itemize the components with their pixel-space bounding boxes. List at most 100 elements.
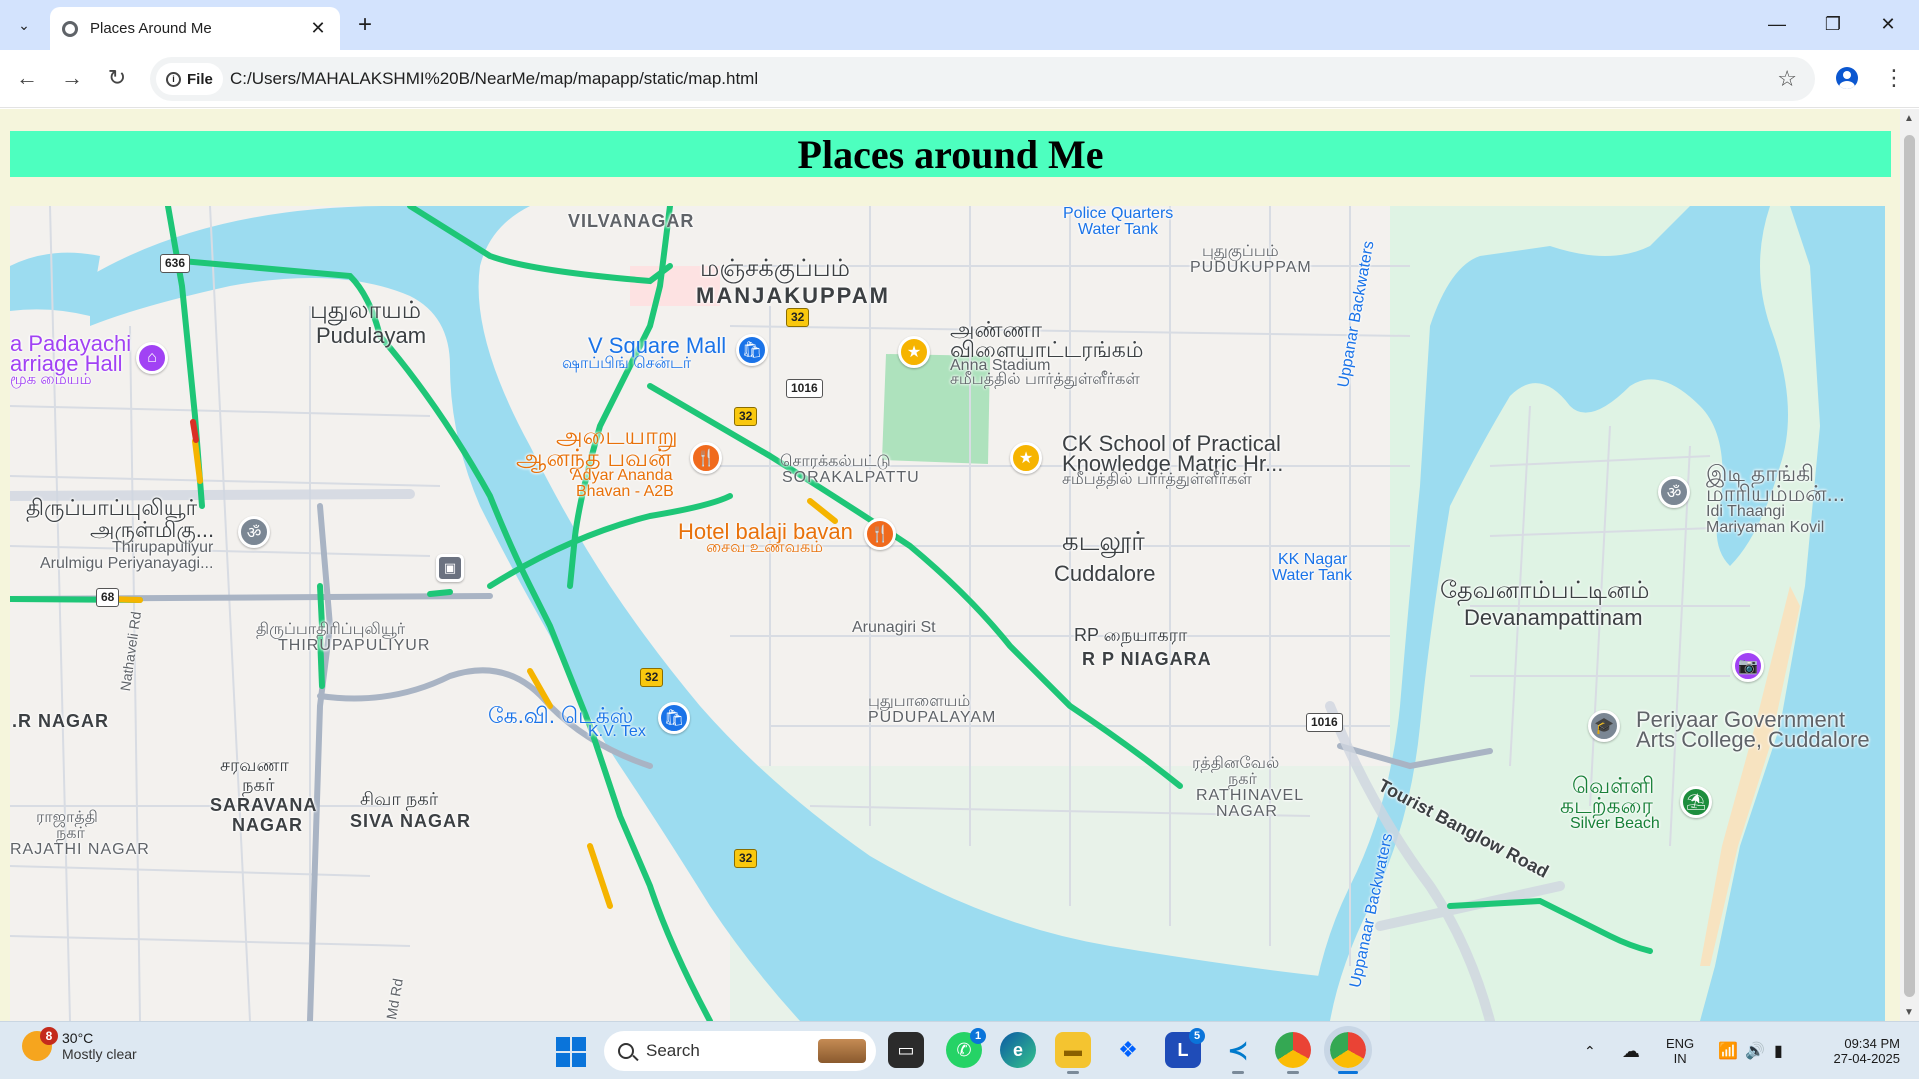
road-shield-68: 68 bbox=[96, 588, 120, 607]
task-view-icon[interactable]: ▭ bbox=[888, 1032, 924, 1068]
temple-om-pin-icon[interactable]: ॐ bbox=[238, 516, 270, 548]
map-label-rp-ta: RP நையாகரா bbox=[1074, 625, 1188, 645]
bus-stop-icon[interactable]: ▣ bbox=[436, 554, 464, 582]
map-label-siva-ta: சிவா நகர் bbox=[360, 789, 439, 809]
url-text[interactable]: C:/Users/MAHALAKSHMI%20B/NearMe/map/mapa… bbox=[230, 69, 758, 89]
map-label-saravana-2: NAGAR bbox=[232, 815, 303, 835]
menu-button[interactable]: ⋮ bbox=[1878, 62, 1910, 94]
close-tab-icon[interactable]: ✕ bbox=[308, 18, 328, 39]
back-button[interactable]: ← bbox=[11, 62, 43, 94]
profile-button[interactable] bbox=[1831, 62, 1863, 94]
tab-search-button[interactable]: ⌄ bbox=[8, 9, 40, 41]
start-windows-icon[interactable] bbox=[556, 1037, 586, 1067]
battery-icon[interactable]: ▮ bbox=[1774, 1022, 1783, 1080]
camera-pin-icon[interactable]: 📷 bbox=[1732, 650, 1764, 682]
browser-toolbar: ← → ↻ i File C:/Users/MAHALAKSHMI%20B/Ne… bbox=[0, 50, 1919, 108]
community-hall-pin-icon[interactable]: ⌂ bbox=[136, 342, 168, 374]
weather-desc: Mostly clear bbox=[62, 1046, 137, 1062]
map-label-rp: R P NIAGARA bbox=[1082, 649, 1212, 669]
map-label-vsquare[interactable]: V Square Mall bbox=[588, 334, 726, 357]
minimize-button[interactable]: — bbox=[1755, 8, 1799, 40]
map-label-devanam: Devanampattinam bbox=[1464, 605, 1643, 630]
chevron-down-icon: ⌄ bbox=[18, 16, 30, 33]
bookmark-star-icon[interactable]: ☆ bbox=[1777, 66, 1797, 92]
new-tab-button[interactable]: + bbox=[350, 10, 380, 40]
restore-button[interactable]: ❐ bbox=[1811, 8, 1855, 40]
map-label-manjakuppam: MANJAKUPPAM bbox=[696, 283, 890, 308]
map-label-hall-3: மூக மையம் bbox=[10, 371, 92, 388]
map-label-periyar-2: Arts College, Cuddalore bbox=[1636, 727, 1870, 752]
map-label-adyar-2: Bhavan - A2B bbox=[576, 483, 674, 500]
map-label-kvtex[interactable]: K.V. Tex bbox=[588, 723, 646, 741]
road-shield-32: 32 bbox=[640, 668, 664, 687]
road-shield-32: 32 bbox=[786, 308, 810, 327]
map-label-idi-2: Mariyaman Kovil bbox=[1706, 519, 1825, 536]
map-label-rajathi: RAJATHI NAGAR bbox=[10, 841, 150, 858]
shopping-bag-pin-icon[interactable]: 🛍 bbox=[658, 702, 690, 734]
map-label-police-tank-2: Water Tank bbox=[1078, 221, 1159, 238]
page-scrollbar[interactable]: ▲ ▼ bbox=[1900, 109, 1919, 1021]
weather-widget[interactable]: 8 30°C Mostly clear bbox=[22, 1027, 137, 1062]
road-shield-636: 636 bbox=[160, 254, 191, 273]
road-shield-1016: 1016 bbox=[786, 379, 823, 398]
scroll-up-arrow-icon[interactable]: ▲ bbox=[1904, 113, 1914, 124]
temple-om-pin-icon[interactable]: ॐ bbox=[1658, 476, 1690, 508]
reload-button[interactable]: ↻ bbox=[101, 62, 133, 94]
map-label-rathinavel-2: NAGAR bbox=[1216, 803, 1278, 820]
onedrive-cloud-icon[interactable]: ☁ bbox=[1622, 1022, 1640, 1080]
map-label-stadium-sub: சமீபத்தில் பார்த்துள்ளீர்கள் bbox=[950, 371, 1140, 388]
weather-temp: 30°C bbox=[62, 1030, 94, 1046]
map-label-kk-tank-2: Water Tank bbox=[1272, 567, 1353, 584]
vscode-icon[interactable]: ≺ bbox=[1220, 1032, 1256, 1074]
restaurant-pin-icon[interactable]: 🍴 bbox=[690, 442, 722, 474]
taskbar: 8 30°C Mostly clear Search ▭ ✆ 1 e ▬ ❖ L… bbox=[0, 1021, 1919, 1079]
map-label-devanam-ta: தேவனாம்பட்டினம் bbox=[1440, 577, 1650, 604]
forward-button[interactable]: → bbox=[56, 62, 88, 94]
map-label-manjakuppam-ta: மஞ்சக்குப்பம் bbox=[700, 255, 850, 282]
road-shield-1016: 1016 bbox=[1306, 713, 1343, 732]
profile-avatar-icon bbox=[1836, 67, 1858, 89]
map-view[interactable]: 636 32 32 32 32 1016 1016 68 VILVANAGAR … bbox=[10, 206, 1885, 1021]
map-label-silver[interactable]: Silver Beach bbox=[1570, 815, 1660, 833]
volume-icon[interactable]: 🔊 bbox=[1745, 1022, 1765, 1080]
file-explorer-icon[interactable]: ▬ bbox=[1055, 1032, 1091, 1074]
chrome-active-icon[interactable] bbox=[1324, 1026, 1372, 1074]
language-indicator[interactable]: ENG IN bbox=[1666, 1022, 1694, 1080]
map-label-cuddalore: Cuddalore bbox=[1054, 561, 1156, 586]
edge-icon[interactable]: e bbox=[1000, 1032, 1036, 1068]
school-pin-icon[interactable]: 🎓 bbox=[1588, 710, 1620, 742]
scrollbar-thumb[interactable] bbox=[1904, 135, 1915, 997]
language-region: IN bbox=[1673, 1051, 1687, 1066]
clock[interactable]: 09:34 PM 27-04-2025 bbox=[1810, 1022, 1901, 1080]
map-label-sorakal: SORAKALPATTU bbox=[782, 469, 920, 486]
browser-tabstrip: ⌄ Places Around Me ✕ + — ❐ ✕ bbox=[0, 0, 1919, 50]
whatsapp-icon[interactable]: ✆ 1 bbox=[946, 1028, 986, 1068]
map-label-saravana-1: SARAVANA bbox=[210, 795, 318, 815]
language-code: ENG bbox=[1666, 1036, 1695, 1051]
scroll-down-arrow-icon[interactable]: ▼ bbox=[1904, 1007, 1914, 1018]
star-pin-icon[interactable]: ★ bbox=[1010, 442, 1042, 474]
tab-title: Places Around Me bbox=[90, 20, 212, 37]
chrome-icon[interactable] bbox=[1275, 1032, 1311, 1074]
map-label-thiru-temple-ta-1: திருப்பாப்புலியூர் bbox=[26, 495, 198, 520]
lens-app-icon[interactable]: L 5 bbox=[1165, 1028, 1205, 1068]
map-label-thirupa: THIRUPAPULIYUR bbox=[278, 637, 431, 654]
map-label-pudukuppam: PUDUKUPPAM bbox=[1190, 259, 1312, 276]
beach-pin-icon[interactable]: ⛱ bbox=[1680, 786, 1712, 818]
restaurant-pin-icon[interactable]: 🍴 bbox=[864, 518, 896, 550]
close-window-button[interactable]: ✕ bbox=[1866, 8, 1910, 40]
star-pin-icon[interactable]: ★ bbox=[898, 336, 930, 368]
address-bar[interactable]: i File C:/Users/MAHALAKSHMI%20B/NearMe/m… bbox=[150, 57, 1815, 101]
shopping-bag-pin-icon[interactable]: 🛍 bbox=[736, 334, 768, 366]
site-info-chip[interactable]: i File bbox=[156, 63, 223, 95]
taskbar-search[interactable]: Search bbox=[604, 1031, 876, 1071]
dropbox-icon[interactable]: ❖ bbox=[1110, 1032, 1146, 1068]
browser-tab[interactable]: Places Around Me ✕ bbox=[50, 7, 340, 50]
wifi-icon[interactable]: 📶 bbox=[1718, 1022, 1738, 1080]
map-label-saravana-ta-1: சரவணா bbox=[220, 755, 289, 775]
info-icon: i bbox=[166, 71, 181, 87]
page-content: Places around Me 636 32 32 32 32 1016 10… bbox=[0, 109, 1919, 1021]
map-label-saravana-ta-2: நகர் bbox=[242, 775, 275, 795]
map-label-vsquare-ta: ஷாப்பிங் சென்டர் bbox=[562, 355, 692, 372]
tray-chevron-up-icon[interactable]: ⌃ bbox=[1584, 1022, 1596, 1080]
